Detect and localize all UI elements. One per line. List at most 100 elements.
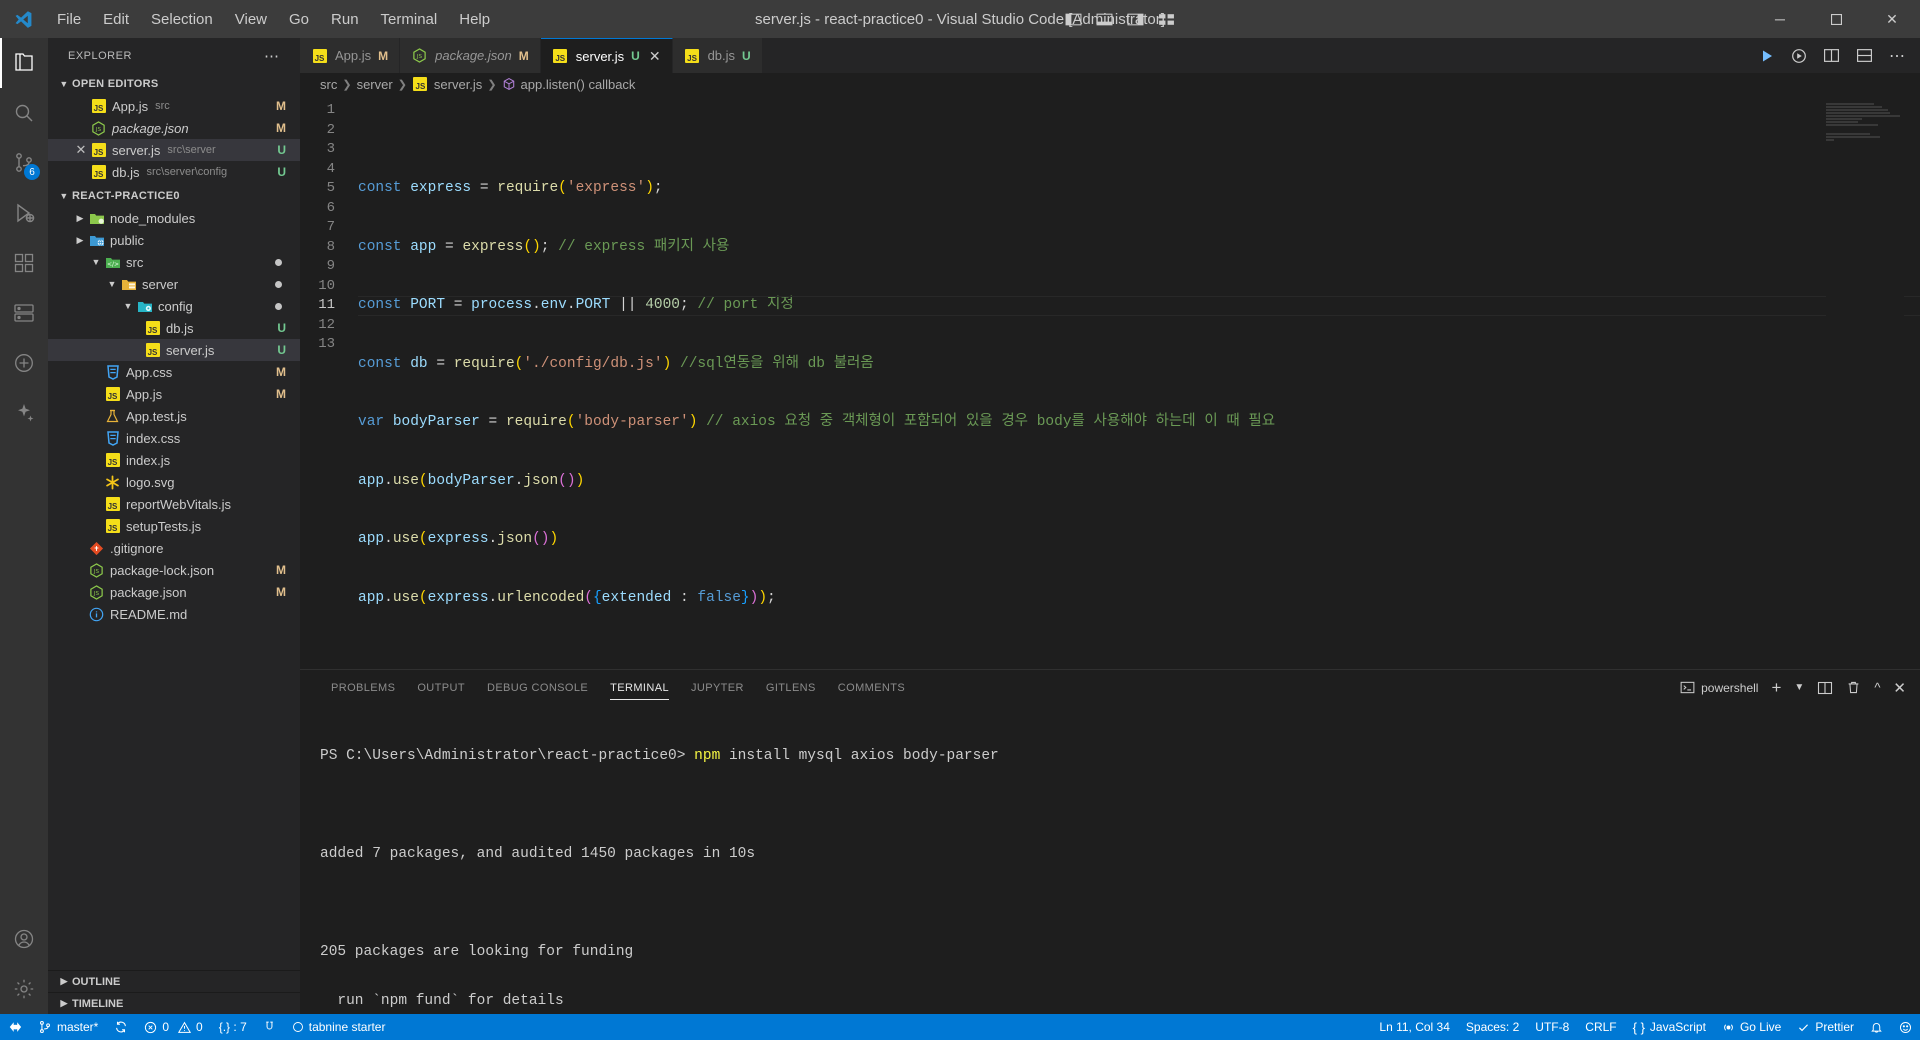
tree-item-setuptests-js[interactable]: JS setupTests.js (48, 515, 300, 537)
split-editor-icon[interactable] (1823, 47, 1840, 64)
chevron-down-icon[interactable]: ▼ (88, 257, 104, 267)
terminal-shell-selector[interactable]: powershell (1680, 680, 1758, 695)
code-content[interactable]: const express = require('express'); cons… (358, 95, 1920, 669)
tree-item-app-js[interactable]: JS App.js M (48, 383, 300, 405)
new-terminal-icon[interactable]: + (1771, 678, 1781, 698)
menu-bar[interactable]: File Edit Selection View Go Run Terminal… (46, 7, 501, 32)
section-timeline[interactable]: ▶ TIMELINE (48, 992, 300, 1014)
panel-tab-output[interactable]: OUTPUT (406, 670, 476, 705)
run-debug-icon[interactable] (1791, 48, 1807, 64)
editor-scrollbar[interactable] (1906, 95, 1920, 669)
tree-item-reportwebvitals-js[interactable]: JS reportWebVitals.js (48, 493, 300, 515)
tree-item-public[interactable]: ▶ public (48, 229, 300, 251)
tree-item-package-json[interactable]: JS package.json M (48, 581, 300, 603)
menu-run[interactable]: Run (320, 7, 370, 32)
status-remote-indicator[interactable] (0, 1014, 30, 1040)
minimize-button[interactable]: ─ (1752, 0, 1808, 38)
status-language-mode[interactable]: { } JavaScript (1625, 1014, 1714, 1040)
activity-remote-explorer[interactable] (0, 288, 48, 338)
status-line-endings[interactable]: CRLF (1577, 1014, 1624, 1040)
minimap[interactable] (1826, 95, 1904, 669)
activity-accounts[interactable] (0, 914, 48, 964)
chevron-down-icon[interactable]: ▼ (1794, 682, 1804, 693)
menu-help[interactable]: Help (448, 7, 501, 32)
sidebar-more-icon[interactable]: ⋯ (264, 47, 280, 65)
panel-tab-terminal[interactable]: TERMINAL (599, 670, 680, 705)
kill-terminal-icon[interactable] (1846, 680, 1861, 695)
chevron-right-icon[interactable]: ▶ (72, 213, 88, 224)
panel-bottom-icon[interactable] (1096, 11, 1113, 28)
panel-tab-comments[interactable]: COMMENTS (827, 670, 916, 705)
panel-tab-gitlens[interactable]: GITLENS (755, 670, 827, 705)
status-branch[interactable]: master* (30, 1014, 106, 1040)
open-editor-app-js[interactable]: JS App.js src M (48, 95, 300, 117)
status-notifications[interactable] (1862, 1014, 1891, 1040)
maximize-button[interactable] (1808, 0, 1864, 38)
tree-item-gitignore[interactable]: .gitignore (48, 537, 300, 559)
panel-tab-problems[interactable]: PROBLEMS (320, 670, 406, 705)
menu-view[interactable]: View (224, 7, 278, 32)
activity-test-explorer[interactable] (0, 338, 48, 388)
activity-source-control[interactable]: 6 (0, 138, 48, 188)
status-cursor-position[interactable]: Ln 11, Col 34 (1371, 1014, 1458, 1040)
status-prettier[interactable]: Prettier (1789, 1014, 1862, 1040)
breadcrumb-src[interactable]: src (320, 77, 337, 92)
tab-server-js[interactable]: JS server.js U ✕ (540, 38, 673, 73)
panel-left-icon[interactable] (1065, 11, 1082, 28)
tab-db-js[interactable]: JS db.js U (672, 38, 763, 73)
tree-item-node-modules[interactable]: ▶ node_modules (48, 207, 300, 229)
status-problems[interactable]: 0 0 (136, 1014, 210, 1040)
menu-selection[interactable]: Selection (140, 7, 224, 32)
menu-file[interactable]: File (46, 7, 92, 32)
panel-tab-jupyter[interactable]: JUPYTER (680, 670, 755, 705)
tab-app-js[interactable]: JS App.js M (300, 38, 401, 73)
status-go-live[interactable]: Go Live (1714, 1014, 1789, 1040)
run-icon[interactable] (1759, 48, 1775, 64)
status-encoding[interactable]: UTF-8 (1527, 1014, 1577, 1040)
terminal-output[interactable]: PS C:\Users\Administrator\react-practice… (300, 705, 1920, 1014)
activity-tabnine[interactable] (0, 388, 48, 438)
close-icon[interactable]: ✕ (72, 142, 90, 158)
menu-terminal[interactable]: Terminal (370, 7, 449, 32)
split-terminal-icon[interactable] (1817, 680, 1833, 696)
more-actions-icon[interactable]: ⋯ (1889, 46, 1906, 66)
activity-explorer[interactable] (0, 38, 48, 88)
tree-item-index-js[interactable]: JS index.js (48, 449, 300, 471)
menu-go[interactable]: Go (278, 7, 320, 32)
status-feedback[interactable] (1891, 1014, 1920, 1040)
tree-item-logo-svg[interactable]: logo.svg (48, 471, 300, 493)
tree-item-config[interactable]: ▼ config (48, 295, 300, 317)
close-button[interactable]: ✕ (1864, 0, 1920, 38)
maximize-panel-icon[interactable]: ^ (1874, 680, 1880, 695)
activity-extensions[interactable] (0, 238, 48, 288)
code-editor[interactable]: 1 2 3 4 5 6 7 8 9 10 11 12 13 const expr… (300, 95, 1920, 669)
tree-item-app-test-js[interactable]: App.test.js (48, 405, 300, 427)
tree-item-server[interactable]: ▼ server (48, 273, 300, 295)
tree-item-index-css[interactable]: index.css (48, 427, 300, 449)
panel-tab-debug-console[interactable]: DEBUG CONSOLE (476, 670, 599, 705)
breadcrumb[interactable]: src ❯ server ❯ JS server.js ❯ app.listen… (300, 73, 1920, 95)
chevron-right-icon[interactable]: ▶ (72, 235, 88, 246)
status-radon[interactable] (255, 1014, 284, 1040)
activity-run-debug[interactable] (0, 188, 48, 238)
section-project-root[interactable]: ▼ REACT-PRACTICE0 (48, 185, 300, 207)
chevron-down-icon[interactable]: ▼ (120, 301, 136, 311)
breadcrumb-file[interactable]: server.js (434, 77, 482, 92)
tab-package-json[interactable]: JS package.json M (400, 38, 541, 73)
close-icon[interactable]: ✕ (649, 48, 661, 65)
tree-item-db-js[interactable]: JS db.js U (48, 317, 300, 339)
status-indentation[interactable]: Spaces: 2 (1458, 1014, 1527, 1040)
status-ports[interactable]: {.} : 7 (211, 1014, 255, 1040)
tree-item-src[interactable]: ▼ </> src (48, 251, 300, 273)
tree-item-app-css[interactable]: App.css M (48, 361, 300, 383)
activity-search[interactable] (0, 88, 48, 138)
open-editor-server-js[interactable]: ✕ JS server.js src\server U (48, 139, 300, 161)
activity-manage-settings[interactable] (0, 964, 48, 1014)
close-panel-icon[interactable]: ✕ (1893, 679, 1906, 697)
status-sync-changes[interactable] (106, 1014, 136, 1040)
panel-right-icon[interactable] (1127, 11, 1144, 28)
chevron-down-icon[interactable]: ▼ (104, 279, 120, 289)
tree-item-readme-md[interactable]: README.md (48, 603, 300, 625)
status-tabnine[interactable]: tabnine starter (284, 1014, 394, 1040)
menu-edit[interactable]: Edit (92, 7, 140, 32)
